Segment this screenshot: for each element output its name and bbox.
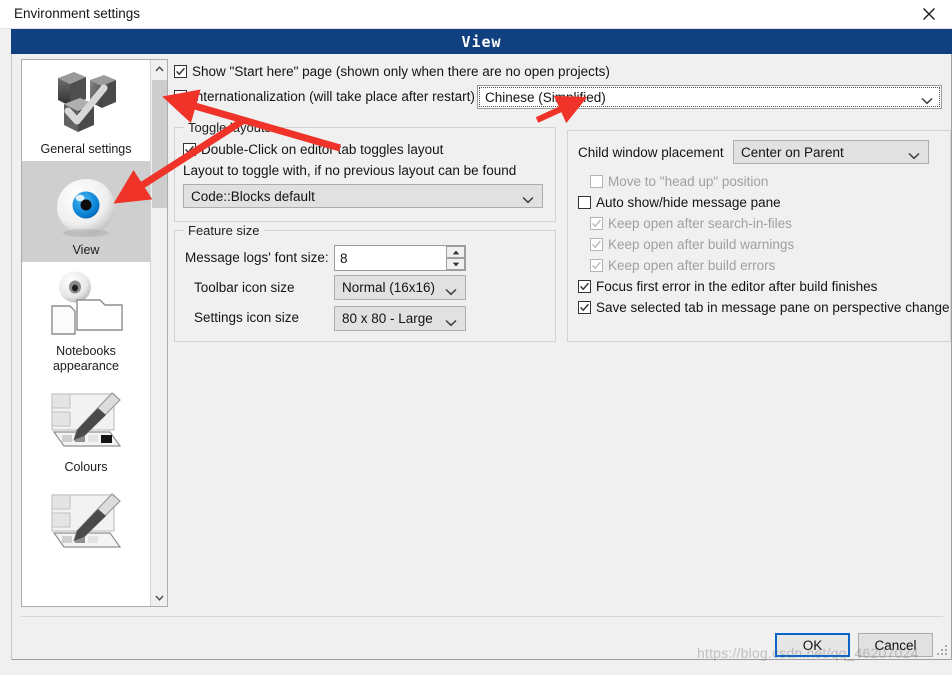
chevron-down-icon (445, 284, 457, 295)
toggle-layouts-group: Toggle layouts Double-Click on editor ta… (174, 120, 556, 222)
chevron-down-icon (445, 315, 457, 326)
checkbox-box (578, 301, 591, 314)
sidebar-item-label: Colours (64, 460, 108, 474)
eye-folders-icon (51, 271, 123, 335)
language-combo-value: Chinese (Simplified) (485, 89, 606, 105)
checkbox-box (174, 90, 187, 103)
close-icon[interactable] (906, 0, 952, 28)
sidebar-item-label: General settings (40, 142, 132, 156)
chevron-up-icon[interactable] (151, 60, 167, 77)
dialog-body: General settings View Notebooks appearan… (11, 54, 952, 660)
sidebar-item-general-settings[interactable]: General settings (22, 60, 150, 161)
sidebar-item-view[interactable]: View (22, 161, 150, 262)
stepper-buttons[interactable] (445, 246, 465, 270)
sidebar-item-partial[interactable] (22, 479, 150, 563)
chevron-down-icon (522, 192, 534, 204)
internationalization-checkbox[interactable]: Internationalization (will take place af… (174, 88, 475, 105)
checkbox-label: Double-Click on editor tab toggles layou… (201, 142, 444, 157)
checkbox-box (183, 143, 196, 156)
footer-divider (21, 616, 943, 617)
checkbox-label: Move to "head up" position (608, 174, 769, 189)
view-settings-pane: Show "Start here" page (shown only when … (172, 54, 952, 614)
eyeball-icon (57, 179, 115, 237)
chevron-down-icon (921, 93, 933, 105)
checkbox-label: Internationalization (will take place af… (192, 89, 475, 104)
layout-combo[interactable]: Code::Blocks default (183, 184, 543, 208)
checkbox-label: Focus first error in the editor after bu… (596, 279, 878, 294)
group-title: Toggle layouts (184, 120, 276, 135)
message-logs-font-value: 8 (340, 250, 348, 266)
keep-open-build-warnings-checkbox[interactable]: Keep open after build warnings (590, 236, 794, 253)
toolbar-icon-size-combo[interactable]: Normal (16x16) (334, 275, 466, 300)
focus-first-error-checkbox[interactable]: Focus first error in the editor after bu… (578, 278, 877, 295)
sidebar-item-label: View (72, 243, 100, 257)
checkbox-box (578, 196, 591, 209)
double-click-toggle-checkbox[interactable]: Double-Click on editor tab toggles layou… (183, 141, 443, 158)
settings-icon-size-combo[interactable]: 80 x 80 - Large (334, 306, 466, 331)
checkbox-box (174, 65, 187, 78)
blocks-check-icon (58, 72, 116, 132)
triangle-down-icon[interactable] (446, 258, 465, 270)
sidebar-scrollbar[interactable] (150, 60, 167, 606)
checkbox-label: Auto show/hide message pane (596, 195, 781, 210)
move-head-up-checkbox[interactable]: Move to "head up" position (590, 173, 768, 190)
group-title: Feature size (184, 223, 264, 238)
resize-grip[interactable] (936, 644, 948, 656)
chevron-down-icon (908, 148, 920, 160)
environment-settings-dialog: Environment settings View General settin… (0, 0, 952, 675)
checkbox-label: Show "Start here" page (shown only when … (192, 64, 610, 79)
checkbox-box (590, 217, 603, 230)
checkbox-label: Keep open after build warnings (608, 237, 795, 252)
checkbox-box (590, 259, 603, 272)
settings-category-list[interactable]: General settings View Notebooks appearan… (21, 59, 168, 607)
message-logs-font-label: Message logs' font size: (185, 250, 329, 265)
sidebar-item-colours[interactable]: Colours (22, 378, 150, 479)
sidebar-item-notebooks-appearance[interactable]: Notebooks appearance (22, 262, 150, 378)
message-logs-font-stepper[interactable]: 8 (334, 245, 466, 271)
checkbox-label: Keep open after build errors (608, 258, 776, 273)
window-behaviour-group: Child window placement Center on Parent … (567, 130, 951, 342)
brush-palette-icon (51, 392, 122, 447)
save-selected-tab-checkbox[interactable]: Save selected tab in message pane on per… (578, 299, 950, 316)
language-combo[interactable]: Chinese (Simplified) (477, 85, 942, 109)
watermark-text: https://blog.csdn.net/qq_46207024 (697, 645, 919, 661)
sidebar-item-label: Notebooks appearance (52, 344, 120, 373)
feature-size-group: Feature size Message logs' font size: 8 … (174, 223, 556, 342)
chevron-down-icon[interactable] (151, 589, 167, 606)
page-title: View (461, 32, 502, 51)
auto-show-hide-message-pane-checkbox[interactable]: Auto show/hide message pane (578, 194, 781, 211)
layout-combo-value: Code::Blocks default (191, 188, 315, 204)
brush-palette-icon (51, 493, 122, 548)
toolbar-icon-size-label: Toolbar icon size (194, 280, 295, 295)
show-start-here-checkbox[interactable]: Show "Start here" page (shown only when … (174, 63, 610, 80)
child-window-placement-value: Center on Parent (741, 144, 844, 160)
keep-open-build-errors-checkbox[interactable]: Keep open after build errors (590, 257, 775, 274)
page-title-band: View (11, 29, 952, 54)
checkbox-label: Save selected tab in message pane on per… (596, 300, 950, 315)
checkbox-box (590, 175, 603, 188)
keep-open-search-in-files-checkbox[interactable]: Keep open after search-in-files (590, 215, 792, 232)
checkbox-box (590, 238, 603, 251)
child-window-placement-combo[interactable]: Center on Parent (733, 140, 929, 164)
title-bar: Environment settings (0, 0, 952, 29)
settings-icon-size-label: Settings icon size (194, 310, 300, 325)
settings-icon-size-value: 80 x 80 - Large (342, 311, 433, 326)
layout-toggle-hint: Layout to toggle with, if no previous la… (183, 163, 517, 178)
scrollbar-thumb[interactable] (152, 80, 167, 208)
triangle-up-icon[interactable] (446, 246, 465, 258)
window-title: Environment settings (14, 6, 141, 21)
toolbar-icon-size-value: Normal (16x16) (342, 280, 436, 295)
checkbox-label: Keep open after search-in-files (608, 216, 792, 231)
child-window-placement-label: Child window placement (578, 145, 724, 160)
checkbox-box (578, 280, 591, 293)
